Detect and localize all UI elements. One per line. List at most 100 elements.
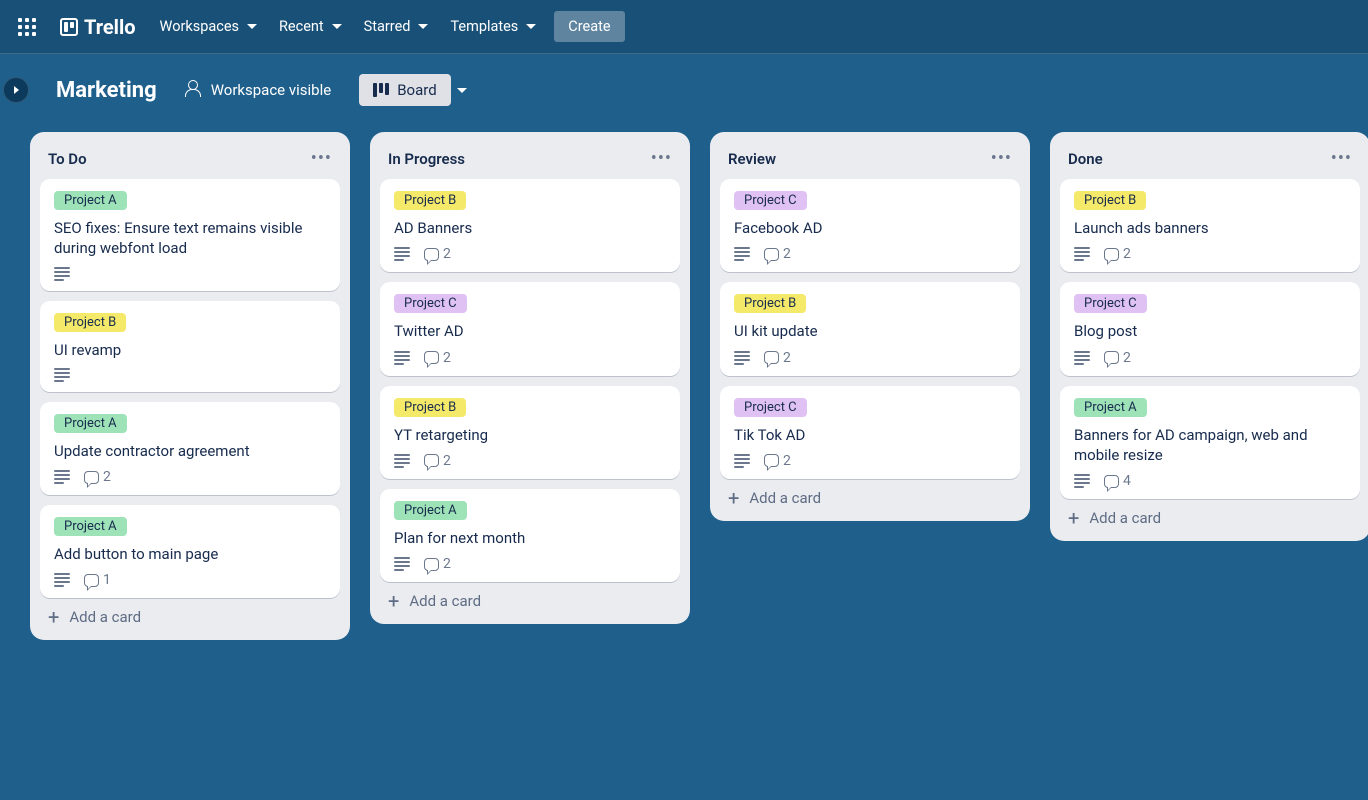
card-label[interactable]: Project A: [54, 517, 127, 536]
comment-count: 2: [443, 350, 451, 366]
card[interactable]: Project ASEO fixes: Ensure text remains …: [40, 179, 340, 291]
comment-icon: [424, 248, 439, 261]
description-icon: [1074, 247, 1090, 261]
comment-count: 4: [1123, 473, 1131, 489]
board-view-label: Board: [397, 81, 436, 99]
description-icon: [394, 557, 410, 571]
description-icon: [54, 368, 70, 382]
board-view-button[interactable]: Board: [359, 74, 450, 106]
card-title: Twitter AD: [394, 321, 666, 341]
card[interactable]: Project ABanners for AD campaign, web an…: [1060, 386, 1360, 500]
list-menu-button[interactable]: •••: [991, 148, 1012, 169]
card-footer: 2: [1074, 350, 1346, 366]
card[interactable]: Project C Facebook AD 2: [720, 179, 1020, 272]
nav-recent[interactable]: Recent: [269, 12, 352, 41]
card-footer: 4: [1074, 473, 1346, 489]
card-title: Launch ads banners: [1074, 218, 1346, 238]
visibility-label: Workspace visible: [211, 81, 332, 99]
card-label[interactable]: Project A: [54, 191, 127, 210]
nav-item-label: Templates: [450, 18, 518, 35]
card[interactable]: Project BUI kit update2: [720, 282, 1020, 375]
card-label[interactable]: Project A: [394, 501, 467, 520]
card-footer: 2: [394, 246, 666, 262]
comment-icon: [424, 351, 439, 364]
description-icon: [394, 351, 410, 365]
nav-starred[interactable]: Starred: [354, 12, 439, 41]
card[interactable]: Project APlan for next month2: [380, 489, 680, 582]
board-canvas[interactable]: To Do ••• Project ASEO fixes: Ensure text …: [0, 126, 1368, 800]
card[interactable]: Project BYT retargeting2: [380, 386, 680, 479]
card-title: YT retargeting: [394, 425, 666, 445]
card[interactable]: Project AAdd button to main page1: [40, 505, 340, 598]
nav-workspaces[interactable]: Workspaces: [150, 12, 267, 41]
card[interactable]: Project B Launch ads banners 2: [1060, 179, 1360, 272]
list: Review•••Project CFacebook AD2Project BU…: [710, 132, 1030, 521]
card-label[interactable]: Project A: [1074, 398, 1147, 417]
card-label[interactable]: Project B: [394, 398, 466, 417]
list-title[interactable]: Done: [1068, 150, 1103, 168]
list-title[interactable]: In Progress: [388, 150, 465, 168]
list-header: Review •••: [720, 142, 1020, 179]
list-menu-button[interactable]: •••: [651, 148, 672, 169]
nav-templates[interactable]: Templates: [440, 12, 546, 41]
visibility-button[interactable]: Workspace visible: [175, 75, 342, 105]
card-footer: 2: [54, 469, 326, 485]
comment-icon: [424, 454, 439, 467]
card-label[interactable]: Project B: [734, 294, 806, 313]
comment-icon: [764, 248, 779, 261]
apps-grid-icon: [18, 18, 36, 36]
card-label[interactable]: Project C: [734, 191, 807, 210]
card-label[interactable]: Project B: [1074, 191, 1146, 210]
add-card-button[interactable]: +Add a card: [40, 598, 340, 628]
view-dropdown-button[interactable]: [457, 88, 467, 93]
plus-icon: +: [388, 594, 399, 608]
cards-container: Project ASEO fixes: Ensure text remains …: [40, 179, 340, 598]
trello-logo[interactable]: Trello: [50, 9, 146, 45]
card-label[interactable]: Project C: [734, 398, 807, 417]
board-title[interactable]: Marketing: [56, 78, 157, 103]
comment-count: 2: [103, 469, 111, 485]
comment-badge: 2: [424, 350, 451, 366]
create-button[interactable]: Create: [554, 11, 624, 42]
card-label[interactable]: Project C: [1074, 294, 1147, 313]
card-label[interactable]: Project A: [54, 414, 127, 433]
add-card-button[interactable]: +Add a card: [720, 479, 1020, 509]
add-card-button[interactable]: +Add a card: [1060, 499, 1360, 529]
board-view-icon: [373, 83, 389, 97]
comment-count: 2: [443, 246, 451, 262]
card[interactable]: Project CTik Tok AD2: [720, 386, 1020, 479]
card-footer: 2: [734, 350, 1006, 366]
card-title: Facebook AD: [734, 218, 1006, 238]
list-menu-button[interactable]: •••: [1331, 148, 1352, 169]
sidebar-expand-button[interactable]: [3, 77, 29, 103]
card[interactable]: Project BAD Banners2: [380, 179, 680, 272]
comment-icon: [764, 454, 779, 467]
card-title: Blog post: [1074, 321, 1346, 341]
card-title: UI revamp: [54, 340, 326, 360]
description-icon: [54, 470, 70, 484]
list-menu-button[interactable]: •••: [311, 148, 332, 169]
apps-menu-button[interactable]: [8, 12, 46, 42]
card-label[interactable]: Project B: [54, 313, 126, 332]
comment-icon: [764, 351, 779, 364]
comment-icon: [424, 558, 439, 571]
card-label[interactable]: Project C: [394, 294, 467, 313]
card-label[interactable]: Project B: [394, 191, 466, 210]
comment-count: 2: [1123, 350, 1131, 366]
comment-count: 2: [1123, 246, 1131, 262]
comment-count: 2: [783, 246, 791, 262]
card[interactable]: Project B UI revamp: [40, 301, 340, 392]
cards-container: Project BAD Banners2 Project C Twitter AD 2…: [380, 179, 680, 582]
card-title: Tik Tok AD: [734, 425, 1006, 445]
chevron-right-icon: [14, 86, 19, 94]
list-title[interactable]: Review: [728, 150, 776, 168]
board-header: Marketing Workspace visible Board: [0, 54, 1368, 126]
list-title[interactable]: To Do: [48, 150, 87, 168]
card-footer: 2: [394, 350, 666, 366]
add-card-label: Add a card: [409, 592, 481, 610]
card-title: Plan for next month: [394, 528, 666, 548]
add-card-button[interactable]: + Add a card: [380, 582, 680, 612]
card[interactable]: Project C Blog post 2: [1060, 282, 1360, 375]
card[interactable]: Project AUpdate contractor agreement2: [40, 402, 340, 495]
card[interactable]: Project C Twitter AD 2: [380, 282, 680, 375]
